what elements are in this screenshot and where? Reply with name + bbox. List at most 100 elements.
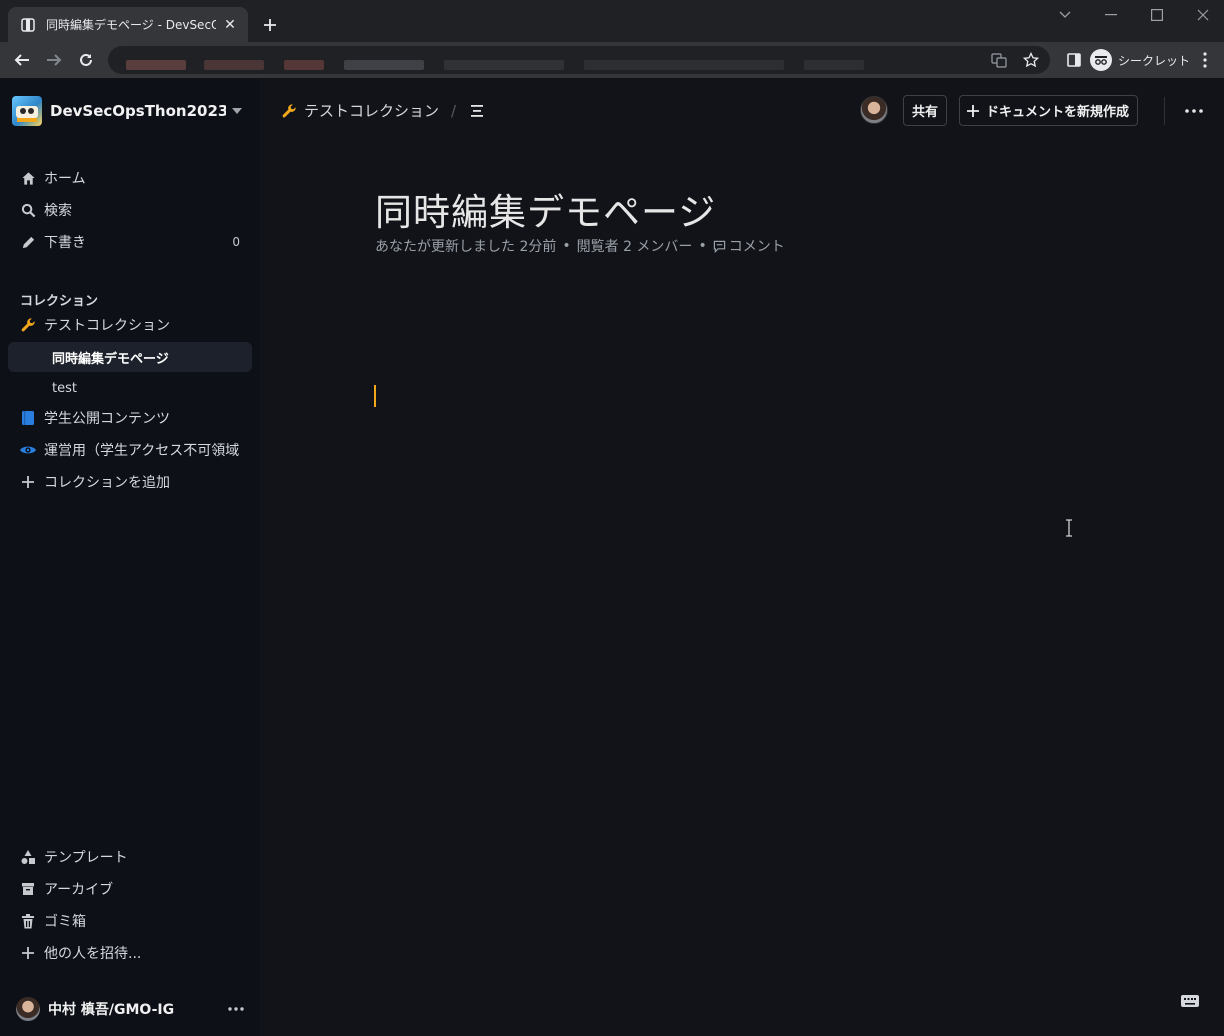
meta-updated: あなたが更新しました 2分前 [375, 239, 557, 255]
sidebar-item-archive[interactable]: アーカイブ [8, 874, 252, 904]
text-cursor [374, 385, 376, 407]
eye-icon [18, 440, 38, 460]
browser-menu-icon[interactable] [1196, 48, 1214, 72]
meta-separator: • [562, 238, 571, 254]
trash-icon [18, 911, 38, 931]
sidebar-item-templates[interactable]: テンプレート [8, 842, 252, 872]
breadcrumb-separator: / [451, 101, 457, 120]
home-icon [18, 168, 38, 188]
close-tab-icon[interactable]: ✕ [222, 17, 238, 33]
sidebar-item-student-content[interactable]: 学生公開コンテンツ [8, 403, 252, 433]
sidebar-item-drafts[interactable]: 下書き 0 [8, 227, 252, 257]
sidebar-item-home[interactable]: ホーム [8, 163, 252, 193]
archive-icon [18, 879, 38, 899]
avatar [16, 997, 40, 1021]
breadcrumb-collection[interactable]: テストコレクション [304, 100, 439, 121]
wrench-icon [18, 315, 38, 335]
chevron-down-icon [232, 108, 242, 114]
new-document-button[interactable]: ドキュメントを新規作成 [959, 95, 1139, 126]
document-title[interactable]: 同時編集デモページ [375, 182, 716, 236]
back-arrow-icon[interactable] [10, 48, 34, 72]
share-button[interactable]: 共有 [903, 95, 948, 126]
redacted-url [204, 60, 264, 70]
document-area: テストコレクション / 共有 ドキュメントを新規作成 同時編集デモページ あなた… [260, 79, 1224, 1036]
sidebar-item-label: 学生公開コンテンツ [44, 411, 170, 427]
redacted-url [444, 60, 564, 70]
drafts-count: 0 [232, 235, 240, 249]
collections-heading: コレクション [20, 294, 99, 309]
document-meta: あなたが更新しました 2分前 • 閲覧者 2 メンバー • コメント [375, 236, 785, 256]
plus-icon [18, 943, 38, 963]
bookmark-star-icon[interactable] [1022, 51, 1040, 69]
collaborator-avatar[interactable] [860, 96, 888, 124]
reload-icon[interactable] [74, 48, 98, 72]
plus-icon [966, 104, 980, 118]
book-icon [18, 408, 38, 428]
meta-viewers[interactable]: 閲覧者 2 メンバー [577, 236, 693, 256]
tab-search-icon[interactable] [1042, 0, 1088, 30]
wrench-icon [280, 102, 298, 120]
sidebar-item-label: ホーム [44, 171, 86, 187]
sidebar-item-label: 他の人を招待... [44, 946, 142, 962]
meta-separator: • [698, 238, 707, 254]
redacted-url [344, 60, 424, 70]
pencil-icon [18, 232, 38, 252]
meta-comment[interactable]: コメント [729, 236, 785, 256]
maximize-icon[interactable] [1134, 0, 1180, 30]
search-icon [18, 200, 38, 220]
sidebar-item-label: test [52, 380, 77, 396]
sidebar-item-label: テンプレート [44, 850, 128, 866]
minimize-icon[interactable] [1088, 0, 1134, 30]
page-favicon-icon [20, 17, 36, 33]
add-collection-button[interactable]: コレクションを追加 [8, 467, 252, 497]
sidebar-item-label: コレクションを追加 [44, 475, 170, 491]
share-button-label: 共有 [912, 105, 939, 120]
sidebar-item-label: アーカイブ [44, 882, 114, 898]
team-name: DevSecOpsThon2023-wik [50, 102, 226, 120]
redacted-url [584, 60, 784, 70]
sidebar: DevSecOpsThon2023-wik ホーム 検索 下書き 0 コレクショ… [0, 79, 260, 1036]
tab-title: 同時編集デモページ - DevSecOpsTh [46, 18, 216, 32]
sidebar-item-staff-area[interactable]: 運営用（学生アクセス不可領域 [8, 435, 252, 465]
sidebar-item-trash[interactable]: ゴミ箱 [8, 906, 252, 936]
redacted-url [804, 60, 864, 70]
sidebar-item-label: 下書き [44, 235, 86, 251]
user-name: 中村 槙吾/GMO-IG [48, 1002, 175, 1018]
sidebar-item-label: 運営用（学生アクセス不可領域 [44, 443, 240, 459]
side-panel-icon[interactable] [1062, 48, 1086, 72]
team-logo [12, 96, 42, 126]
sidebar-item-label: テストコレクション [44, 318, 170, 334]
redacted-url [284, 60, 324, 70]
browser-tabstrip: 同時編集デモページ - DevSecOpsTh ✕ [0, 0, 1224, 42]
keyboard-shortcuts-icon[interactable] [1180, 993, 1200, 1009]
sidebar-item-demo-page[interactable]: 同時編集デモページ [8, 342, 252, 372]
comment-icon [713, 240, 726, 253]
sidebar-item-label: 検索 [44, 203, 72, 219]
mouse-ibeam-icon [1066, 519, 1072, 537]
close-window-icon[interactable] [1180, 0, 1224, 30]
shapes-icon [18, 847, 38, 867]
address-bar[interactable] [108, 46, 1050, 74]
incognito-indicator[interactable]: シークレット [1090, 48, 1190, 72]
redacted-url [126, 60, 186, 70]
browser-tab[interactable]: 同時編集デモページ - DevSecOpsTh ✕ [8, 7, 248, 42]
incognito-label: シークレット [1118, 53, 1191, 68]
translate-icon[interactable] [990, 51, 1008, 69]
sidebar-item-label: ゴミ箱 [44, 914, 86, 930]
new-tab-icon[interactable] [258, 13, 282, 37]
document-menu-icon[interactable] [1182, 101, 1206, 121]
header-divider [1164, 97, 1165, 125]
plus-icon [18, 472, 38, 492]
forward-arrow-icon[interactable] [42, 48, 66, 72]
sidebar-item-test-collection[interactable]: テストコレクション [8, 310, 252, 340]
user-profile[interactable]: 中村 槙吾/GMO-IG [16, 997, 174, 1021]
more-options-icon[interactable] [226, 1001, 246, 1017]
outline-icon[interactable] [468, 102, 486, 120]
incognito-icon [1090, 49, 1112, 71]
sidebar-item-search[interactable]: 検索 [8, 195, 252, 225]
team-switcher[interactable]: DevSecOpsThon2023-wik [12, 96, 242, 126]
sidebar-item-label: 同時編集デモページ [52, 351, 169, 367]
breadcrumb: テストコレクション / [280, 100, 486, 121]
sidebar-item-test[interactable]: test [8, 373, 252, 403]
invite-people-button[interactable]: 他の人を招待... [8, 938, 252, 968]
